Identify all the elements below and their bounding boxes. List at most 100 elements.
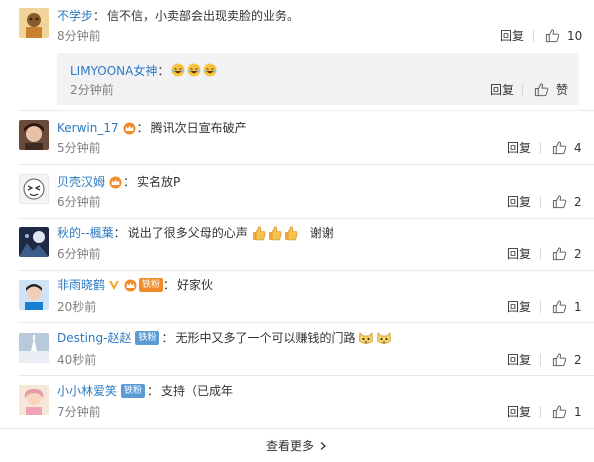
- comment-line: Desting-赵赵 铁粉 ：无形中又多了一个可以赚钱的门路: [57, 329, 392, 347]
- crown-badge: [123, 278, 138, 292]
- comment-line: 不学步：信不信，小卖部会出现卖脸的业务。: [57, 7, 299, 25]
- comment-line: 小小林爱笑 铁粉 ：支持（已成年: [57, 382, 233, 400]
- username[interactable]: 小小林爱笑: [57, 382, 117, 400]
- like-button[interactable]: 2: [552, 246, 582, 261]
- username[interactable]: 贝壳汉姆: [57, 173, 105, 191]
- load-more-button[interactable]: 查看更多: [266, 439, 328, 453]
- comment-item: 不学步：信不信，小卖部会出现卖脸的业务。 8分钟前 回复 10 LIMYOONA…: [0, 0, 594, 110]
- colon: ：: [161, 331, 174, 345]
- timestamp: 6分钟前: [57, 247, 101, 261]
- like-button[interactable]: 1: [552, 404, 582, 419]
- cat-face-icon: [376, 332, 391, 344]
- fan-badge: 铁粉: [139, 278, 164, 292]
- username[interactable]: 不学步: [57, 7, 93, 25]
- comment-text: 信不信，小卖部会出现卖脸的业务。: [107, 9, 300, 23]
- colon: ：: [123, 175, 136, 189]
- divider: [540, 354, 541, 366]
- comment-text: 实名放P: [137, 175, 181, 189]
- cat-face-icon: [358, 332, 373, 344]
- username[interactable]: 秋的--楓葉: [57, 224, 114, 242]
- thumbs-up-icon: [552, 353, 567, 367]
- username[interactable]: Desting-赵赵: [57, 329, 131, 347]
- like-button[interactable]: 4: [552, 140, 582, 155]
- like-count: 2: [574, 352, 582, 367]
- comment-item: 非雨晓鹤 铁粉 ：好家伙 20秒前 回复 1: [0, 271, 594, 322]
- timestamp: 20秒前: [57, 300, 97, 314]
- comment-item: 贝壳汉姆 ：实名放P 6分钟前 回复 2: [0, 165, 594, 218]
- timestamp: 5分钟前: [57, 141, 101, 155]
- reply-button[interactable]: 回复: [490, 83, 514, 97]
- comment-text: 无形中又多了一个可以赚钱的门路: [175, 331, 356, 345]
- divider: [540, 248, 541, 260]
- reply-button[interactable]: 回复: [507, 353, 531, 367]
- comment-item: 小小林爱笑 铁粉 ：支持（已成年 7分钟前 回复 1: [0, 376, 594, 428]
- reply-button[interactable]: 回复: [507, 300, 531, 314]
- thumbs-up-icon: [552, 195, 567, 209]
- divider: [540, 301, 541, 313]
- avatar[interactable]: [19, 174, 49, 204]
- comment-text: 好家伙: [177, 278, 214, 292]
- divider: [540, 142, 541, 154]
- like-count: 10: [567, 28, 583, 43]
- username[interactable]: Kerwin_17: [57, 119, 119, 137]
- comment-text: 说出了很多父母的心声: [127, 226, 248, 240]
- username[interactable]: LIMYOONA女神: [70, 62, 157, 79]
- thumbs-up-icon: [552, 300, 567, 314]
- like-button[interactable]: 2: [552, 352, 582, 367]
- reply-button[interactable]: 回复: [507, 405, 531, 419]
- crown-icon: [109, 176, 122, 188]
- username[interactable]: 非雨晓鹤: [57, 276, 105, 294]
- comment-feed: 不学步：信不信，小卖部会出现卖脸的业务。 8分钟前 回复 10 LIMYOONA…: [0, 0, 594, 462]
- colon: ：: [157, 63, 170, 78]
- comment-line: Kerwin_17 ：腾讯次日宣布破产: [57, 119, 247, 137]
- thumbs-up-icon: [552, 405, 567, 419]
- like-button[interactable]: 10: [545, 28, 582, 43]
- chevron-right-icon: [320, 442, 326, 450]
- like-count: 2: [574, 246, 582, 261]
- comment-line: 秋的--楓葉：说出了很多父母的心声 谢谢: [57, 224, 334, 242]
- colon: ：: [113, 226, 126, 240]
- crown-badge: [108, 175, 123, 189]
- colon: ：: [93, 9, 106, 23]
- divider: [533, 30, 534, 42]
- timestamp: 40秒前: [57, 353, 97, 367]
- colon: ：: [163, 278, 176, 292]
- laughing-face-icon: [187, 63, 201, 77]
- like-button[interactable]: 1: [552, 299, 582, 314]
- like-count: 2: [574, 194, 582, 209]
- reply-button[interactable]: 回复: [507, 195, 531, 209]
- reply-button[interactable]: 回复: [500, 29, 524, 43]
- avatar[interactable]: [19, 120, 49, 150]
- avatar[interactable]: [19, 280, 49, 310]
- laughing-face-icon: [171, 63, 185, 77]
- thumbs-up-emoji-icon: [268, 226, 282, 241]
- timestamp: 2分钟前: [70, 83, 114, 97]
- comment-text: 支持（已成年: [161, 384, 234, 398]
- thumbs-up-icon: [534, 83, 549, 97]
- like-count: 1: [574, 404, 582, 419]
- colon: ：: [136, 121, 149, 135]
- colon: ：: [147, 384, 160, 398]
- divider: [522, 84, 523, 96]
- divider: [540, 196, 541, 208]
- fan-badge: 铁粉: [135, 331, 160, 345]
- separator: [0, 428, 594, 429]
- like-label: 赞: [556, 82, 569, 97]
- reply-button[interactable]: 回复: [507, 141, 531, 155]
- timestamp: 8分钟前: [57, 29, 101, 43]
- avatar[interactable]: [19, 8, 49, 38]
- v-verified-icon: [109, 281, 120, 290]
- timestamp: 7分钟前: [57, 405, 101, 419]
- reply-button[interactable]: 回复: [507, 247, 531, 261]
- crown-icon: [124, 279, 137, 291]
- timestamp: 6分钟前: [57, 195, 101, 209]
- avatar[interactable]: [19, 385, 49, 415]
- comment-line: 非雨晓鹤 铁粉 ：好家伙: [57, 276, 213, 294]
- like-button[interactable]: 赞: [534, 82, 568, 97]
- comment-item: 秋的--楓葉：说出了很多父母的心声 谢谢 6分钟前 回复 2: [0, 219, 594, 270]
- avatar[interactable]: [19, 333, 49, 363]
- avatar[interactable]: [19, 227, 49, 257]
- comment-item: Kerwin_17 ：腾讯次日宣布破产 5分钟前 回复 4: [0, 111, 594, 164]
- load-more-label: 查看更多: [265, 439, 314, 453]
- like-button[interactable]: 2: [552, 194, 582, 209]
